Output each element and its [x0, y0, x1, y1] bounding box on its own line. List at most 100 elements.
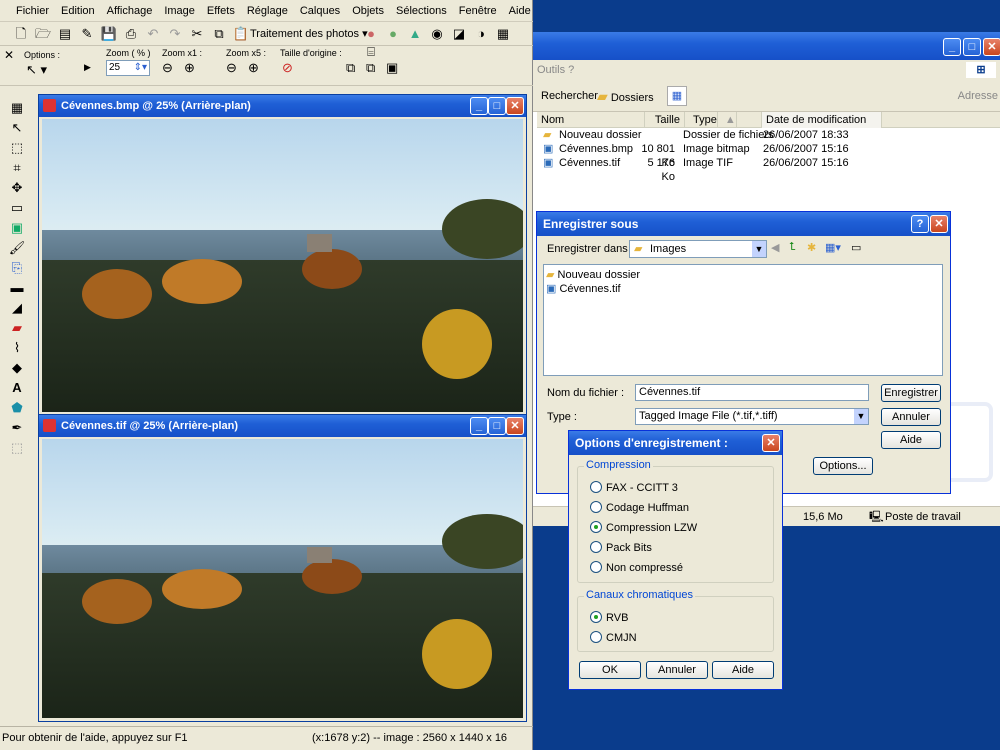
close-button[interactable]: ✕	[506, 97, 524, 115]
radio-huffman[interactable]: Codage Huffman	[590, 501, 689, 515]
paintbrush-tool-icon[interactable]: 🖌	[0, 238, 34, 258]
move-tool-icon[interactable]: ✥	[0, 178, 34, 198]
fit-image-icon[interactable]: ⧉	[366, 60, 375, 76]
column-size[interactable]: Taille	[645, 112, 685, 128]
new-icon[interactable]: 🗋	[12, 25, 30, 43]
browse-icon[interactable]: ▤	[56, 25, 74, 43]
menu-item[interactable]: Affichage	[107, 5, 153, 17]
retouch-tool-icon[interactable]: ▬	[0, 278, 34, 298]
color-icon[interactable]: ●	[384, 25, 402, 43]
scan-icon[interactable]: ✎	[78, 25, 96, 43]
close-button[interactable]: ✕	[930, 215, 948, 233]
grid-icon[interactable]: ▦	[494, 25, 512, 43]
radio-lzw[interactable]: Compression LZW	[590, 521, 697, 535]
palette-icon[interactable]: ▦	[0, 98, 34, 118]
image-window-bmp[interactable]: Cévennes.bmp @ 25% (Arrière-plan) _ □ ✕	[38, 94, 527, 416]
maximize-button[interactable]: □	[488, 97, 506, 115]
zoom-in-icon[interactable]: ⊕	[184, 60, 195, 76]
bucket-tool-icon[interactable]: ◆	[0, 358, 34, 378]
spinner-icon[interactable]: ⇕▾	[134, 61, 147, 75]
column-type[interactable]: Type ▲	[685, 112, 762, 128]
options-button[interactable]: Options...	[813, 457, 873, 475]
selection-tool-icon[interactable]: ⬚	[0, 138, 34, 158]
chevron-down-icon[interactable]: ▼	[854, 409, 868, 424]
list-item[interactable]: ▰ Nouveau dossier Dossier de fichiers 26…	[537, 128, 1000, 142]
fill-tool-icon[interactable]: ▰	[0, 318, 34, 338]
image-window-tif[interactable]: Cévennes.tif @ 25% (Arrière-plan) _ □ ✕	[38, 414, 527, 722]
cancel-button[interactable]: Annuler	[646, 661, 708, 679]
actual-size-icon[interactable]: ⊘	[282, 60, 293, 76]
menu-item[interactable]: Calques	[300, 5, 340, 17]
radio-fax[interactable]: FAX - CCITT 3	[590, 481, 678, 495]
views-icon[interactable]: ▦	[667, 86, 687, 106]
chevron-down-icon[interactable]: ▼	[752, 241, 766, 257]
menu-item[interactable]: Fichier	[16, 5, 49, 17]
radio-uncompressed[interactable]: Non compressé	[590, 561, 683, 575]
list-item[interactable]: ▣ Cévennes.bmp 10 801 Ko Image bitmap 26…	[537, 142, 1000, 169]
menu-item[interactable]: Sélections	[396, 5, 447, 17]
shape-tool-icon[interactable]: ⬟	[0, 398, 34, 418]
explorer-titlebar[interactable]: _ □ ✕	[533, 32, 1000, 60]
view-menu-icon[interactable]: ▦▾	[825, 241, 841, 254]
list-item[interactable]: ▣ Cévennes.tif	[546, 282, 621, 295]
menu-item[interactable]: Effets	[207, 5, 235, 17]
pointer-icon[interactable]: ↖ ▾	[26, 62, 47, 78]
image-window-titlebar[interactable]: Cévennes.bmp @ 25% (Arrière-plan) _ □ ✕	[39, 95, 526, 117]
radio-cmjn[interactable]: CMJN	[590, 631, 637, 645]
cut-icon[interactable]: ✂	[188, 25, 206, 43]
open-icon[interactable]: 🗁	[34, 25, 52, 43]
options-titlebar[interactable]: Options d'enregistrement : ✕	[569, 431, 782, 455]
eraser-tool-icon[interactable]: ◢	[0, 298, 34, 318]
cancel-button[interactable]: Annuler	[881, 408, 941, 426]
close-button[interactable]: ✕	[762, 434, 780, 452]
brush-tool-icon[interactable]: ⌇	[0, 338, 34, 358]
object-tool-icon[interactable]: ⬚	[0, 438, 34, 458]
zoom-field[interactable]: 25 ⇕▾	[106, 60, 150, 76]
print-icon[interactable]: ⎙	[122, 25, 140, 43]
landscape-icon[interactable]: ▲	[406, 25, 424, 43]
menu-item[interactable]: Edition	[61, 5, 95, 17]
minimize-button[interactable]: _	[470, 97, 488, 115]
zoom-out-5-icon[interactable]: ⊖	[226, 60, 237, 76]
undo-icon[interactable]: ↶	[144, 25, 162, 43]
type-select[interactable]: Tagged Image File (*.tif,*.tiff) ▼	[635, 408, 869, 425]
image-window-titlebar[interactable]: Cévennes.tif @ 25% (Arrière-plan) _ □ ✕	[39, 415, 526, 437]
menu-item[interactable]: Fenêtre	[459, 5, 497, 17]
zoom-in-5-icon[interactable]: ⊕	[248, 60, 259, 76]
fit-window-icon[interactable]: ⧉	[346, 60, 355, 76]
menu-item[interactable]: Réglage	[247, 5, 288, 17]
photo-processing-button[interactable]: Traitement des photos ▾	[246, 24, 372, 44]
save-as-titlebar[interactable]: Enregistrer sous ? ✕	[537, 212, 950, 236]
radio-packbits[interactable]: Pack Bits	[590, 541, 652, 555]
text-tool-icon[interactable]: A	[0, 378, 34, 398]
crop-tool-icon[interactable]: ⌗	[0, 158, 34, 178]
save-in-select[interactable]: ▰ Images ▼	[629, 240, 767, 258]
zoom-out-icon[interactable]: ⊖	[162, 60, 173, 76]
minimize-button[interactable]: _	[470, 417, 488, 435]
clone-tool-icon[interactable]: ⎘	[0, 258, 34, 278]
copy-icon[interactable]: ⧉	[210, 25, 228, 43]
folder-options-icon[interactable]: ▭	[851, 241, 861, 254]
new-folder-icon[interactable]: ✱	[807, 241, 816, 254]
redo-icon[interactable]: ↷	[166, 25, 184, 43]
list-item[interactable]: ▣ Cévennes.tif 5 176 Ko Image TIF 26/06/…	[537, 156, 1000, 183]
maximize-button[interactable]: □	[488, 417, 506, 435]
window-icon[interactable]: ▣	[386, 60, 398, 76]
maximize-button[interactable]: □	[963, 38, 981, 56]
help-icon[interactable]: ?	[911, 215, 929, 233]
close-icon[interactable]: ✕	[4, 48, 14, 62]
dropper-tool-icon[interactable]: ▣	[0, 218, 34, 238]
folders-button[interactable]: ▰ Dossiers	[597, 80, 654, 114]
brightness-icon[interactable]: ◑	[472, 25, 490, 43]
minimize-button[interactable]: _	[943, 38, 961, 56]
close-button[interactable]: ✕	[983, 38, 1000, 56]
pointer-tool-icon[interactable]: ↖	[0, 118, 34, 138]
save-button[interactable]: Enregistrer	[881, 384, 941, 402]
menu-item[interactable]: Aide	[509, 5, 531, 17]
contrast-icon[interactable]: ◪	[450, 25, 468, 43]
radio-rvb[interactable]: RVB	[590, 611, 628, 625]
menu-partial[interactable]: Outils ?	[537, 64, 574, 76]
help-button[interactable]: Aide	[881, 431, 941, 449]
save-icon[interactable]: 💾	[100, 25, 118, 43]
menu-item[interactable]: Image	[164, 5, 195, 17]
